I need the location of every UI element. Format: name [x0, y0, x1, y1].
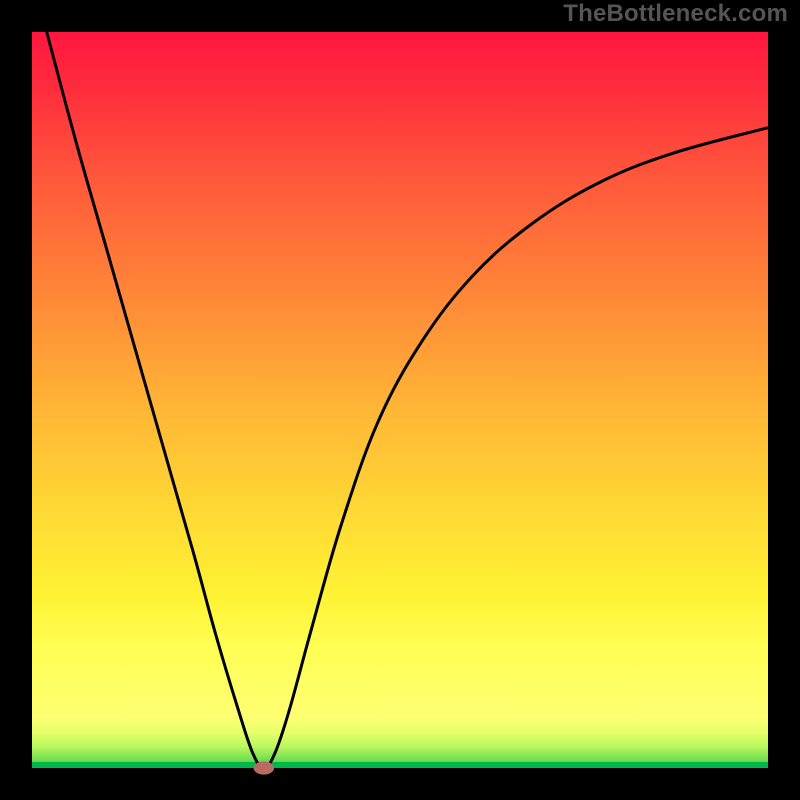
curve-min-marker	[254, 761, 275, 774]
bottleneck-curve	[47, 32, 768, 768]
plot-svg	[32, 32, 768, 768]
watermark-label: TheBottleneck.com	[563, 0, 788, 28]
chart-frame: TheBottleneck.com	[0, 0, 800, 800]
plot-area	[32, 32, 768, 768]
